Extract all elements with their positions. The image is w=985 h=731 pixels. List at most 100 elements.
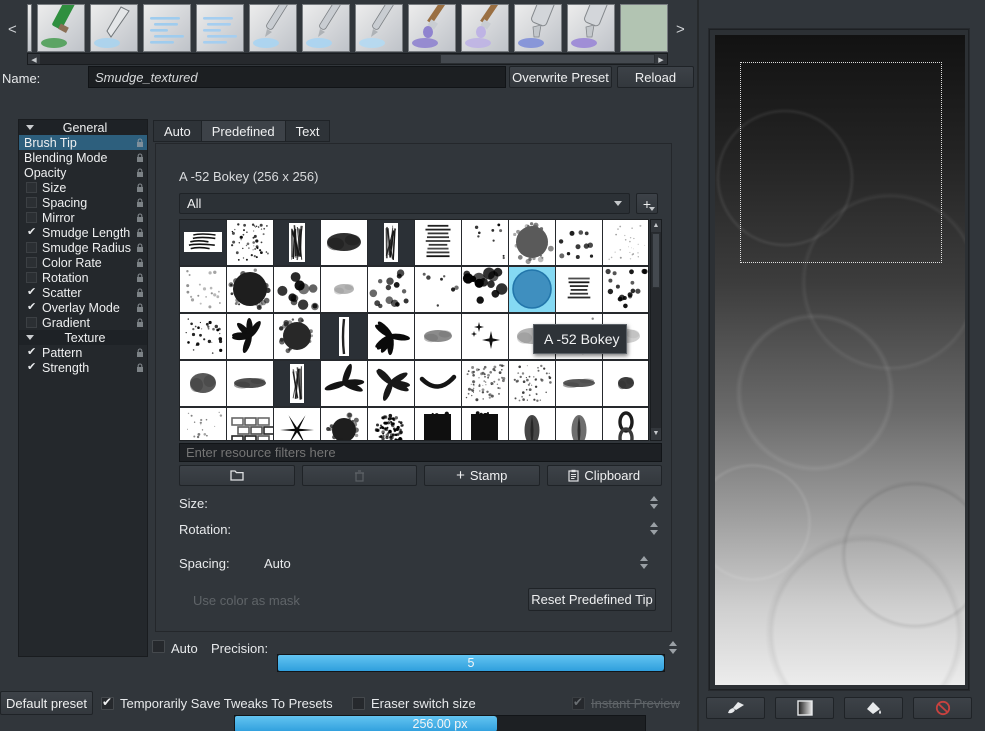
brush-tip-cell-33[interactable]	[321, 361, 367, 406]
brush-tip-cell-13[interactable]	[321, 267, 367, 312]
add-resource-button[interactable]: +	[636, 193, 658, 214]
delete-resource-button[interactable]	[302, 465, 418, 486]
brush-tip-cell-4[interactable]	[368, 220, 414, 265]
brush-tip-cell-36[interactable]	[462, 361, 508, 406]
brush-tip-cell-2[interactable]	[274, 220, 320, 265]
brush-tip-cell-selected[interactable]	[509, 267, 555, 312]
brush-tip-cell-34[interactable]	[368, 361, 414, 406]
setting-checkbox[interactable]	[26, 257, 37, 268]
default-preset-button[interactable]: Default preset	[0, 691, 93, 715]
preset-thumbnail-pencil-lines-blue[interactable]	[143, 4, 191, 52]
brush-tip-cell-7[interactable]	[509, 220, 555, 265]
footer-option-0[interactable]: Temporarily Save Tweaks To Presets	[101, 696, 333, 711]
scroll-down-arrow-icon[interactable]: ▼	[651, 428, 661, 440]
settings-item-opacity[interactable]: Opacity	[19, 165, 147, 180]
settings-item-pattern[interactable]: Pattern	[19, 345, 147, 360]
setting-checkbox[interactable]	[26, 347, 37, 358]
brush-tip-cell-10[interactable]	[180, 267, 226, 312]
tip-grid-scrollbar-handle[interactable]	[652, 233, 660, 288]
tab-text[interactable]: Text	[286, 121, 330, 141]
setting-checkbox[interactable]	[26, 362, 37, 373]
scratchpad-canvas[interactable]	[715, 35, 965, 685]
setting-checkbox[interactable]	[26, 272, 37, 283]
settings-section-general[interactable]: General	[19, 120, 147, 135]
setting-checkbox[interactable]	[26, 242, 37, 253]
brush-tip-cell-30[interactable]	[180, 361, 226, 406]
reset-predefined-tip-button[interactable]: Reset Predefined Tip	[528, 588, 656, 611]
footer-option-1[interactable]: Eraser switch size	[352, 696, 476, 711]
preset-scroll-left-button[interactable]: <	[8, 21, 17, 38]
brush-tip-cell-15[interactable]	[415, 267, 461, 312]
precision-auto-checkbox[interactable]	[152, 640, 165, 653]
footer-checkbox-1[interactable]	[352, 697, 365, 710]
brush-tip-cell-22[interactable]	[274, 314, 320, 359]
resource-filter-input[interactable]	[179, 443, 662, 462]
settings-item-color-rate[interactable]: Color Rate	[19, 255, 147, 270]
preset-strip-scrollbar[interactable]: ◀ ▶	[27, 53, 668, 65]
brush-tip-cell-39[interactable]	[603, 361, 649, 406]
clipboard-button[interactable]: Clipboard	[547, 465, 663, 486]
preset-thumbnail-marker-blue[interactable]	[514, 4, 562, 52]
settings-item-size[interactable]: Size	[19, 180, 147, 195]
scroll-up-arrow-icon[interactable]: ▲	[651, 220, 661, 232]
brush-tip-cell-31[interactable]	[227, 361, 273, 406]
brush-tip-cell-41[interactable]	[227, 408, 273, 441]
preset-scrollbar-track[interactable]	[40, 54, 655, 64]
setting-checkbox[interactable]	[26, 182, 37, 193]
brush-tip-cell-19[interactable]	[603, 267, 649, 312]
reload-button[interactable]: Reload	[617, 66, 694, 88]
brush-tip-cell-44[interactable]	[368, 408, 414, 441]
brush-tip-cell-23[interactable]	[321, 314, 367, 359]
brush-tip-cell-42[interactable]	[274, 408, 320, 441]
brush-tip-cell-5[interactable]	[415, 220, 461, 265]
brush-tip-cell-49[interactable]	[603, 408, 649, 441]
preset-name-input[interactable]	[88, 66, 506, 88]
preset-thumbnail-pen-scribble-blue[interactable]	[302, 4, 350, 52]
preset-thumbnail-brush-lavender[interactable]	[461, 4, 509, 52]
settings-item-gradient[interactable]: Gradient	[19, 315, 147, 330]
brush-tip-cell-47[interactable]	[509, 408, 555, 441]
scroll-left-arrow-icon[interactable]: ◀	[28, 54, 40, 64]
brush-tip-cell-26[interactable]	[462, 314, 508, 359]
brush-tip-cell-0[interactable]	[180, 220, 226, 265]
settings-item-smudge-length[interactable]: Smudge Length	[19, 225, 147, 240]
brush-tip-cell-37[interactable]	[509, 361, 555, 406]
settings-item-overlay-mode[interactable]: Overlay Mode	[19, 300, 147, 315]
brush-tip-cell-32[interactable]	[274, 361, 320, 406]
scratchpad-clear-button[interactable]	[913, 697, 972, 719]
scroll-right-arrow-icon[interactable]: ▶	[655, 54, 667, 64]
brush-tip-cell-48[interactable]	[556, 408, 602, 441]
preset-thumbnail-marker-purple[interactable]	[567, 4, 615, 52]
scratchpad-paintbrush-button[interactable]	[706, 697, 765, 719]
brush-tip-cell-21[interactable]	[227, 314, 273, 359]
preset-thumbnail-pencil-lines-blue2[interactable]	[196, 4, 244, 52]
size-spinner[interactable]	[648, 493, 660, 511]
scratchpad-gradient-fill-button[interactable]	[775, 697, 834, 719]
brush-tip-cell-35[interactable]	[415, 361, 461, 406]
settings-section-texture[interactable]: Texture	[19, 330, 147, 345]
preset-thumbnail-pen-stroke-blue[interactable]	[355, 4, 403, 52]
preset-scrollbar-handle[interactable]	[440, 54, 655, 64]
overwrite-preset-button[interactable]: Overwrite Preset	[509, 66, 612, 88]
brush-tip-cell-11[interactable]	[227, 267, 273, 312]
preset-thumbnail-texture-green[interactable]	[620, 4, 668, 52]
brush-tip-cell-16[interactable]	[462, 267, 508, 312]
size-slider[interactable]: 256.00 px	[234, 715, 646, 731]
settings-item-smudge-radius[interactable]: Smudge Radius	[19, 240, 147, 255]
import-folder-button[interactable]	[179, 465, 295, 486]
stamp-button[interactable]: + Stamp	[424, 465, 540, 486]
setting-checkbox[interactable]	[26, 317, 37, 328]
brush-tip-cell-14[interactable]	[368, 267, 414, 312]
brush-tip-cell-43[interactable]	[321, 408, 367, 441]
settings-item-blending-mode[interactable]: Blending Mode	[19, 150, 147, 165]
spacing-spinner[interactable]	[638, 553, 650, 571]
brush-tip-cell-8[interactable]	[556, 220, 602, 265]
precision-spinner[interactable]	[667, 638, 679, 656]
brush-tip-cell-20[interactable]	[180, 314, 226, 359]
preset-thumbnail-partial[interactable]	[27, 4, 32, 52]
brush-tip-cell-3[interactable]	[321, 220, 367, 265]
tip-category-dropdown[interactable]: All	[179, 193, 630, 214]
setting-checkbox[interactable]	[26, 212, 37, 223]
preset-icon-capture-area[interactable]	[740, 62, 942, 263]
preset-thumbnail-crayon-green[interactable]	[37, 4, 85, 52]
